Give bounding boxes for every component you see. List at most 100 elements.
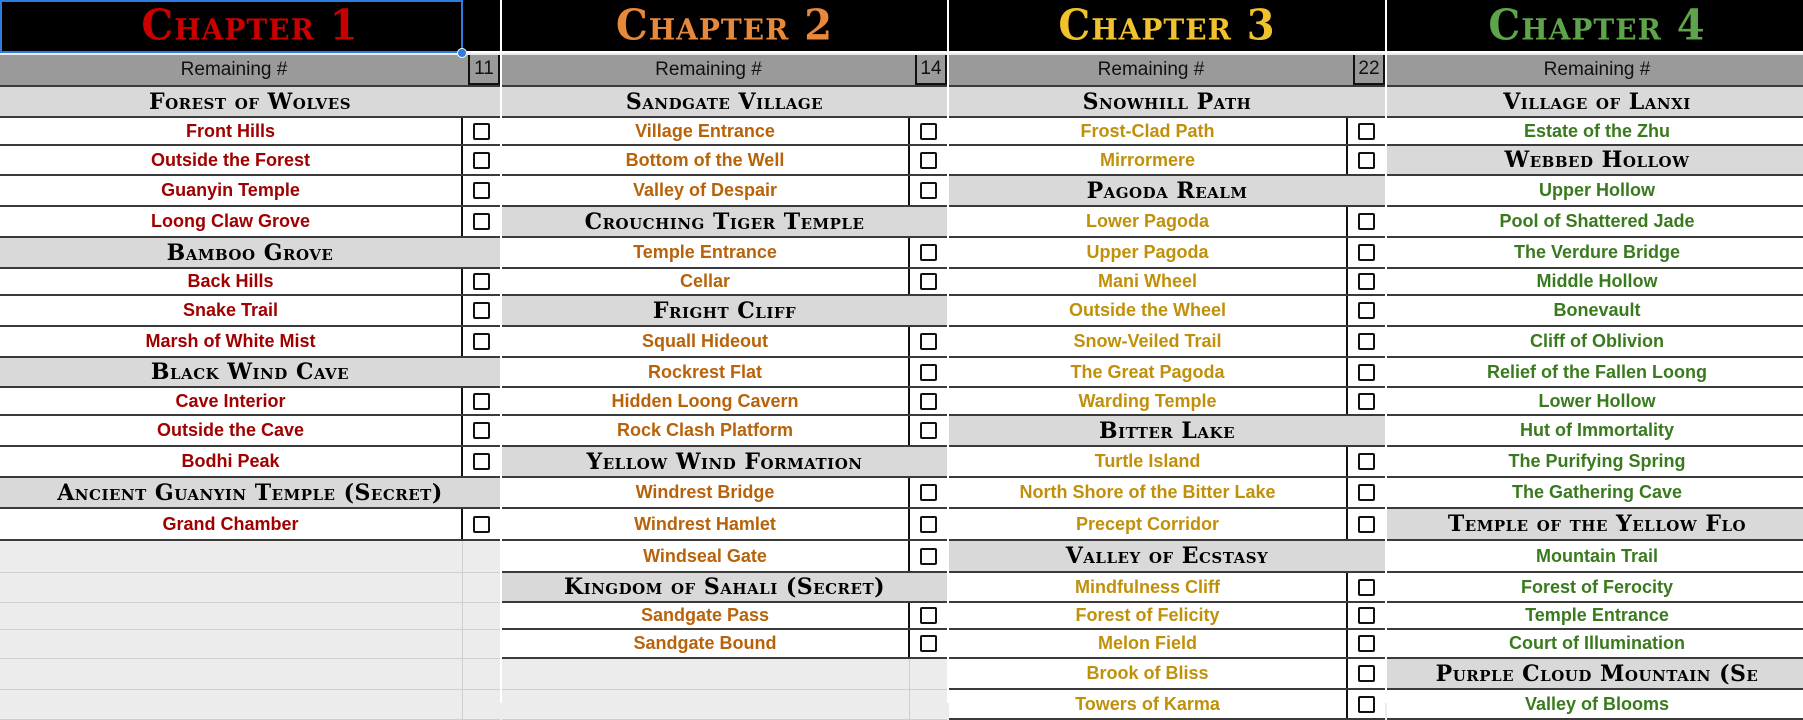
checkbox[interactable]: [920, 333, 937, 350]
checkbox[interactable]: [1358, 151, 1375, 169]
checkbox[interactable]: [1358, 607, 1375, 624]
checkbox-cell[interactable]: [1346, 603, 1385, 628]
checkbox[interactable]: [1358, 515, 1375, 533]
checkbox-cell[interactable]: [908, 630, 947, 657]
checkbox[interactable]: [473, 422, 490, 439]
checkbox[interactable]: [920, 392, 937, 410]
empty-cell[interactable]: [0, 630, 462, 658]
checkbox-cell[interactable]: [908, 416, 947, 445]
empty-cell[interactable]: [462, 690, 500, 719]
checkbox-cell[interactable]: [1346, 327, 1385, 356]
empty-row[interactable]: [0, 603, 500, 630]
checkbox-cell[interactable]: [1346, 447, 1385, 476]
checkbox[interactable]: [1358, 635, 1375, 652]
checkbox-cell[interactable]: [461, 269, 500, 294]
checkbox[interactable]: [920, 607, 937, 624]
empty-cell[interactable]: [0, 659, 462, 689]
checkbox-cell[interactable]: [908, 238, 947, 267]
checkbox-cell[interactable]: [1346, 146, 1385, 174]
checkbox-cell[interactable]: [1346, 509, 1385, 539]
checkbox[interactable]: [920, 422, 937, 439]
checkbox-cell[interactable]: [1346, 118, 1385, 144]
checkbox-cell[interactable]: [1346, 207, 1385, 236]
empty-row[interactable]: [502, 659, 947, 690]
checkbox-cell[interactable]: [1346, 296, 1385, 325]
checkbox-cell[interactable]: [908, 478, 947, 507]
empty-cell[interactable]: [0, 573, 462, 602]
checkbox-cell[interactable]: [461, 207, 500, 236]
empty-cell[interactable]: [909, 659, 947, 689]
checkbox[interactable]: [473, 392, 490, 410]
checkbox[interactable]: [1358, 273, 1375, 290]
checkbox[interactable]: [1358, 333, 1375, 350]
checkbox[interactable]: [473, 151, 490, 169]
checkbox[interactable]: [473, 453, 490, 470]
checkbox[interactable]: [920, 515, 937, 533]
empty-cell[interactable]: [0, 603, 462, 629]
checkbox-cell[interactable]: [908, 269, 947, 294]
checkbox-cell[interactable]: [1346, 388, 1385, 414]
empty-cell[interactable]: [909, 690, 947, 719]
empty-row[interactable]: [0, 541, 500, 573]
checkbox-cell[interactable]: [461, 296, 500, 325]
checkbox-cell[interactable]: [461, 388, 500, 414]
checkbox-cell[interactable]: [1346, 659, 1385, 688]
empty-cell[interactable]: [462, 630, 500, 658]
checkbox-cell[interactable]: [1346, 238, 1385, 267]
empty-cell[interactable]: [0, 690, 462, 719]
empty-row[interactable]: [0, 573, 500, 603]
empty-cell[interactable]: [0, 541, 462, 572]
checkbox[interactable]: [920, 182, 937, 199]
checkbox[interactable]: [1358, 244, 1375, 261]
empty-row[interactable]: [502, 690, 947, 720]
empty-cell[interactable]: [462, 603, 500, 629]
checkbox[interactable]: [1358, 392, 1375, 410]
empty-cell[interactable]: [462, 573, 500, 602]
checkbox[interactable]: [1358, 578, 1375, 596]
checkbox[interactable]: [473, 302, 490, 319]
checkbox[interactable]: [1358, 213, 1375, 230]
checkbox-cell[interactable]: [461, 118, 500, 144]
selection-handle[interactable]: [457, 48, 467, 58]
empty-cell[interactable]: [462, 659, 500, 689]
checkbox-cell[interactable]: [461, 509, 500, 539]
checkbox-cell[interactable]: [1346, 358, 1385, 386]
checkbox-cell[interactable]: [461, 327, 500, 356]
checkbox[interactable]: [920, 635, 937, 652]
empty-cell[interactable]: [462, 541, 500, 572]
checkbox-cell[interactable]: [908, 358, 947, 386]
checkbox-cell[interactable]: [908, 176, 947, 205]
checkbox-cell[interactable]: [461, 176, 500, 205]
checkbox[interactable]: [473, 182, 490, 199]
checkbox[interactable]: [473, 122, 490, 140]
checkbox-cell[interactable]: [908, 327, 947, 356]
empty-cell[interactable]: [502, 690, 909, 719]
checkbox[interactable]: [920, 484, 937, 501]
checkbox-cell[interactable]: [461, 447, 500, 476]
checkbox[interactable]: [473, 213, 490, 230]
checkbox[interactable]: [473, 333, 490, 350]
chapter-title-cell[interactable]: Chapter 3: [949, 0, 1385, 53]
checkbox-cell[interactable]: [1346, 269, 1385, 294]
checkbox-cell[interactable]: [461, 146, 500, 174]
chapter-title-cell[interactable]: Chapter 4: [1387, 0, 1803, 53]
checkbox-cell[interactable]: [908, 541, 947, 571]
checkbox[interactable]: [920, 547, 937, 565]
checkbox-cell[interactable]: [908, 603, 947, 628]
checkbox[interactable]: [473, 273, 490, 290]
chapter-title-cell[interactable]: Chapter 2: [502, 0, 947, 53]
empty-row[interactable]: [0, 690, 500, 720]
empty-row[interactable]: [0, 630, 500, 659]
checkbox-cell[interactable]: [908, 509, 947, 539]
checkbox[interactable]: [1358, 363, 1375, 381]
checkbox-cell[interactable]: [1346, 690, 1385, 718]
checkbox[interactable]: [1358, 665, 1375, 682]
checkbox[interactable]: [920, 122, 937, 140]
checkbox[interactable]: [1358, 122, 1375, 140]
checkbox-cell[interactable]: [1346, 630, 1385, 657]
checkbox[interactable]: [920, 273, 937, 290]
checkbox-cell[interactable]: [908, 146, 947, 174]
checkbox[interactable]: [1358, 484, 1375, 501]
checkbox[interactable]: [1358, 453, 1375, 470]
checkbox-cell[interactable]: [461, 416, 500, 445]
